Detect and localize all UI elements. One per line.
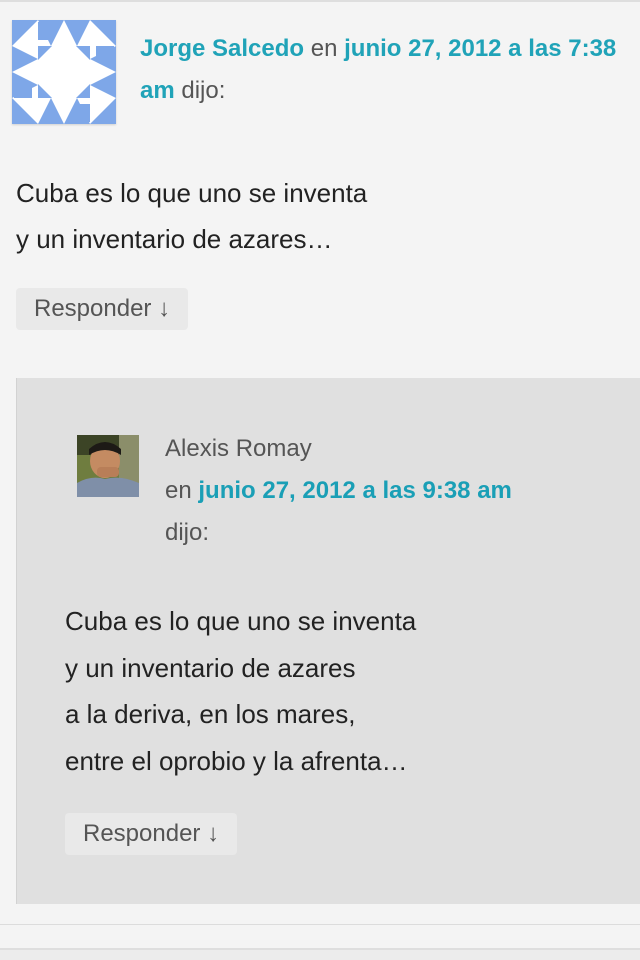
comment-author: Alexis Romay (165, 435, 312, 462)
nested-comment: Alexis Romay en junio 27, 2012 a las 9:3… (16, 378, 640, 904)
dijo-label: dijo: (181, 77, 226, 104)
comment-body: Cuba es lo que uno se inventa y un inven… (16, 170, 616, 262)
comment-meta: Jorge Salcedo en junio 27, 2012 a las 7:… (140, 28, 620, 112)
comment-meta: Alexis Romay en junio 27, 2012 a las 9:3… (165, 428, 625, 554)
comment-line: a la deriva, en los mares, (65, 699, 356, 729)
comment-line: Cuba es lo que uno se inventa (65, 606, 417, 636)
user-photo-avatar[interactable] (77, 435, 139, 497)
reply-button[interactable]: Responder ↓ (65, 813, 238, 855)
identicon-avatar[interactable] (12, 20, 116, 124)
reply-button[interactable]: Responder ↓ (16, 288, 189, 330)
comment-author-link[interactable]: Jorge Salcedo (140, 35, 304, 62)
comment-line: entre el oprobio y la afrenta… (65, 745, 408, 776)
comment-line: y un inventario de azares… (16, 224, 333, 254)
top-divider (0, 0, 640, 2)
bottom-strip (0, 950, 640, 960)
identicon-icon (12, 20, 116, 124)
comment-body: Cuba es lo que uno se inventa y un inven… (65, 598, 625, 784)
en-label: en (165, 477, 192, 504)
section-divider (0, 924, 640, 925)
en-label: en (310, 35, 338, 62)
comment-date-link[interactable]: junio 27, 2012 a las 9:38 am (198, 477, 512, 504)
dijo-label: dijo: (165, 519, 210, 546)
comment-line: y un inventario de azares (65, 652, 356, 683)
user-photo-icon (77, 435, 139, 497)
comment-line: Cuba es lo que uno se inventa (16, 178, 368, 208)
